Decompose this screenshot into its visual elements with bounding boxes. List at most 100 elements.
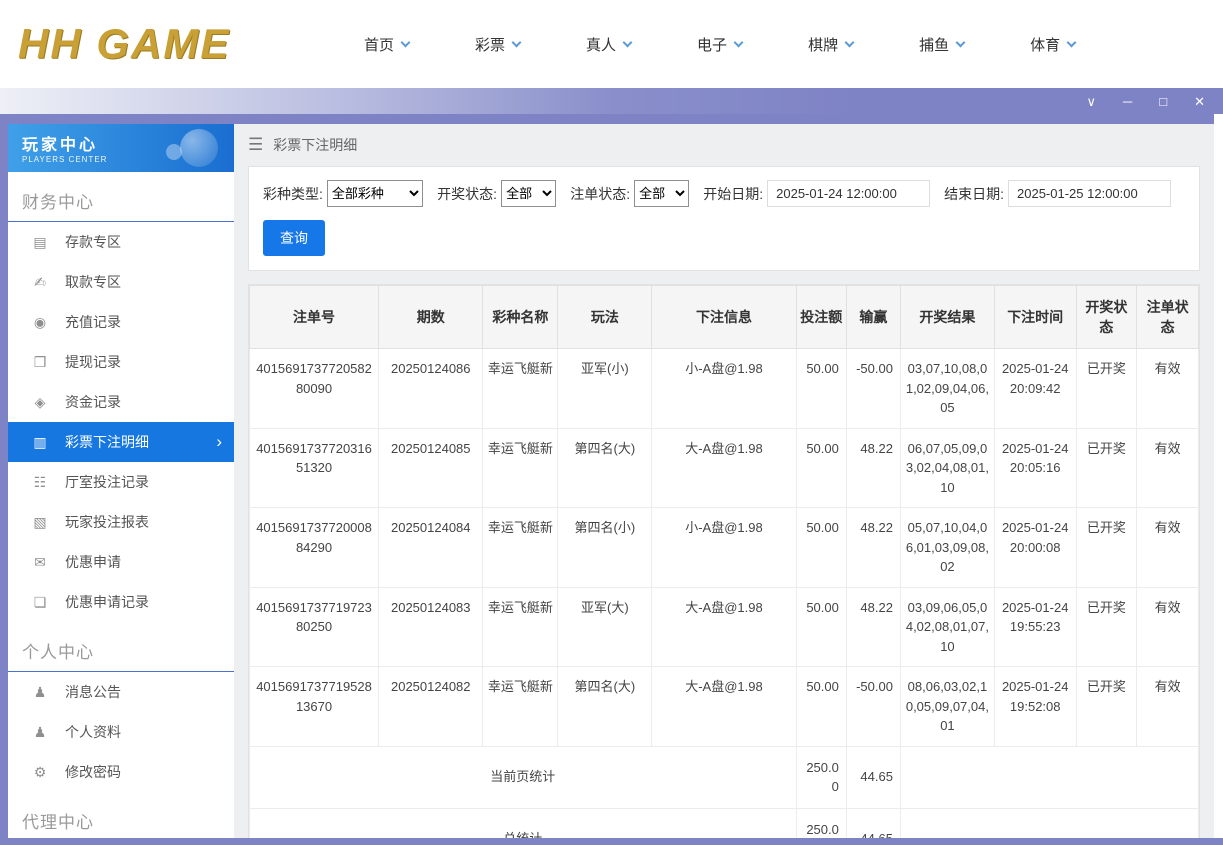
sidebar-item-label: 优惠申请记录 (65, 594, 149, 610)
sidebar-item-label: 玩家投注报表 (65, 514, 149, 530)
column-header: 彩种名称 (482, 285, 559, 349)
sidebar-section-title: 财务中心 (8, 172, 234, 222)
sidebar-section-title: 代理中心 (8, 792, 234, 838)
app-frame: 玩家中心 PLAYERS CENTER 财务中心 ▤ 存款专区 ✍ 取款专区 ◉ 充值记录 ❒… (0, 114, 1223, 845)
nav-item-label: 真人 (586, 36, 617, 54)
chevron-down-icon (511, 37, 522, 47)
sidebar-item-label: 消息公告 (65, 684, 121, 700)
end-date-input[interactable] (1008, 180, 1172, 207)
hall-bet-record-icon: ☷ (33, 473, 47, 490)
cell-play: 第四名(大) (557, 427, 653, 508)
nav-item-cards[interactable]: 棋牌 (775, 34, 886, 55)
chevron-down-icon (1066, 37, 1077, 47)
chevron-down-icon (844, 37, 855, 47)
column-header: 开奖结果 (899, 285, 995, 349)
cell-order-status: 有效 (1136, 586, 1199, 667)
main-nav: 首页 彩票 真人 电子 棋牌 捕鱼 体育 (331, 34, 1108, 55)
summary-amount: 250.00 (795, 807, 847, 838)
sidebar-item-funds-record[interactable]: ◈ 资金记录 (8, 382, 234, 422)
sidebar-item-profile[interactable]: ♟ 个人资料 (8, 712, 234, 752)
summary-label: 当前页统计 (249, 745, 797, 809)
cell-bet-time: 2025-01-24 20:09:42 (993, 348, 1077, 429)
cell-play: 第四名(大) (557, 666, 653, 747)
sidebar-item-label: 彩票下注明细 (65, 434, 149, 450)
cell-bet-id: 401569173772031651320 (248, 427, 380, 508)
cell-order-status: 有效 (1136, 348, 1199, 429)
announcement-icon: ♟ (33, 683, 47, 700)
menu-toggle-icon[interactable]: ☰ (248, 135, 263, 155)
window-close-icon[interactable]: ✕ (1194, 95, 1205, 108)
cell-lottery-name: 幸运飞艇新 (482, 348, 559, 429)
cell-lottery-name: 幸运飞艇新 (482, 666, 559, 747)
summary-empty (899, 807, 1200, 838)
order-status-select[interactable]: 全部 (634, 180, 690, 207)
sidebar-item-promo-apply[interactable]: ✉ 优惠申请 (8, 542, 234, 582)
column-header: 注单状态 (1136, 285, 1199, 349)
sidebar-item-label: 个人资料 (65, 724, 121, 740)
window-minimize-icon[interactable]: ─ (1123, 95, 1132, 108)
cell-lottery-name: 幸运飞艇新 (482, 507, 559, 588)
cell-draw-result: 03,09,06,05,04,02,08,01,07,10 (899, 586, 995, 667)
filter-panel: 彩种类型: 全部彩种 开奖状态: 全部 注单状态: 全部 开始日期: 结束日期: (248, 166, 1200, 271)
nav-item-label: 彩票 (475, 36, 506, 54)
lottery-type-select[interactable]: 全部彩种 (326, 180, 424, 207)
globe-decoration-small-icon (166, 144, 182, 160)
bets-table-panel: 注单号 期数 彩种名称 玩法 下注信息 投注额 输赢 开奖结果 下注时间 开奖状态 注单状态 401… (248, 284, 1200, 838)
cell-amount: 50.00 (795, 666, 847, 747)
sidebar-item-recharge-record[interactable]: ◉ 充值记录 (8, 302, 234, 342)
cell-order-status: 有效 (1136, 507, 1199, 588)
cell-bet-time: 2025-01-24 19:52:08 (993, 666, 1077, 747)
cell-lottery-name: 幸运飞艇新 (482, 586, 559, 667)
table-head: 注单号 期数 彩种名称 玩法 下注信息 投注额 输赢 开奖结果 下注时间 开奖状态 注单状态 (248, 285, 1199, 349)
promo-apply-icon: ✉ (34, 553, 46, 570)
cell-winloss: -50.00 (845, 348, 901, 429)
cell-draw-result: 06,07,05,09,03,02,04,08,01,10 (899, 427, 995, 508)
start-date-input[interactable] (767, 180, 931, 207)
sidebar: 玩家中心 PLAYERS CENTER 财务中心 ▤ 存款专区 ✍ 取款专区 ◉ 充值记录 ❒… (8, 124, 234, 838)
column-header: 玩法 (557, 285, 653, 349)
cashout-record-icon: ❒ (33, 353, 47, 370)
query-button[interactable]: 查询 (263, 220, 325, 256)
sidebar-item-cashout-record[interactable]: ❒ 提现记录 (8, 342, 234, 382)
cell-amount: 50.00 (795, 586, 847, 667)
top-header: HH GAME 首页 彩票 真人 电子 棋牌 捕鱼 体育 (0, 0, 1223, 88)
cell-bet-time: 2025-01-24 19:55:23 (993, 586, 1077, 667)
sidebar-item-change-password[interactable]: ⚙ 修改密码 (8, 752, 234, 792)
sidebar-item-label: 提现记录 (65, 354, 121, 370)
cell-draw-result: 05,07,10,04,06,01,03,09,08,02 (899, 507, 995, 588)
sidebar-item-lottery-bet-detail[interactable]: ▥ 彩票下注明细 › (8, 422, 234, 462)
table-row: 401569173771952813670 20250124082 幸运飞艇新 第四名… (248, 666, 1199, 747)
nav-item-slots[interactable]: 电子 (664, 34, 775, 55)
cell-bet-info: 小-A盘@1.98 (651, 348, 797, 429)
window-maximize-icon[interactable]: □ (1159, 95, 1167, 108)
table-row: 401569173772000884290 20250124084 幸运飞艇新 第四名… (248, 507, 1199, 588)
nav-item-label: 首页 (364, 36, 395, 54)
nav-item-lottery[interactable]: 彩票 (442, 34, 553, 55)
summary-empty (899, 745, 1200, 809)
globe-decoration-icon (180, 129, 218, 167)
sidebar-item-promo-apply-record[interactable]: ❏ 优惠申请记录 (8, 582, 234, 622)
nav-item-home[interactable]: 首页 (331, 34, 442, 55)
cell-winloss: 48.22 (845, 507, 901, 588)
column-header: 下注信息 (651, 285, 797, 349)
sidebar-item-hall-bet-record[interactable]: ☷ 厅室投注记录 (8, 462, 234, 502)
summary-row: 总统计250.0044.65 (249, 807, 1200, 838)
draw-status-select[interactable]: 全部 (501, 180, 557, 207)
bets-table: 注单号 期数 彩种名称 玩法 下注信息 投注额 输赢 开奖结果 下注时间 开奖状态 注单状态 401… (248, 285, 1200, 838)
sidebar-item-player-bet-report[interactable]: ▧ 玩家投注报表 (8, 502, 234, 542)
nav-item-live[interactable]: 真人 (553, 34, 664, 55)
cell-play: 亚军(小) (557, 348, 653, 429)
window-dropdown-icon[interactable]: ∨ (1087, 95, 1097, 108)
nav-item-sports[interactable]: 体育 (997, 34, 1108, 55)
sidebar-item-withdraw[interactable]: ✍ 取款专区 (8, 262, 234, 302)
player-bet-report-icon: ▧ (33, 513, 47, 530)
summary-winloss: 44.65 (845, 745, 901, 809)
brand-logo[interactable]: HH GAME (18, 20, 313, 68)
order-status-label: 注单状态: (570, 185, 631, 202)
sidebar-item-announcements[interactable]: ♟ 消息公告 (8, 672, 234, 712)
cell-bet-info: 小-A盘@1.98 (651, 507, 797, 588)
nav-item-fishing[interactable]: 捕鱼 (886, 34, 997, 55)
chevron-down-icon (400, 37, 411, 47)
cell-amount: 50.00 (795, 348, 847, 429)
sidebar-item-deposit[interactable]: ▤ 存款专区 (8, 222, 234, 262)
